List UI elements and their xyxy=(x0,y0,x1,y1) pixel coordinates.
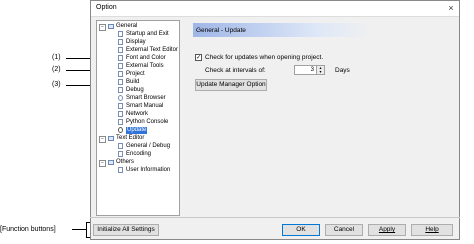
dialog-title: Option xyxy=(96,4,117,11)
page-icon xyxy=(118,71,123,77)
check-updates-checkbox[interactable]: ✓ xyxy=(195,54,202,61)
page-icon xyxy=(118,55,123,61)
update-icon xyxy=(118,127,123,133)
ok-button[interactable]: OK xyxy=(282,224,320,236)
spin-down-icon[interactable]: ▼ xyxy=(317,70,324,74)
callout-3-label: (3) xyxy=(52,81,61,88)
interval-label: Check at intervals of: xyxy=(205,67,266,74)
tree-item-smart-manual[interactable]: Smart Manual xyxy=(126,103,163,110)
tree-item-network[interactable]: Network xyxy=(126,111,148,118)
panel-header-title: General - Update xyxy=(196,27,246,34)
spin-buttons[interactable]: ▲ ▼ xyxy=(316,66,324,74)
tree-item-user-information[interactable]: User Information xyxy=(126,167,170,174)
tree-item-debug[interactable]: Debug xyxy=(126,87,144,94)
tree-item-others[interactable]: Others xyxy=(116,159,134,166)
tree-item-update[interactable]: Update xyxy=(126,127,148,134)
page-icon xyxy=(118,143,123,149)
tree-item-general-debug[interactable]: General / Debug xyxy=(126,143,170,150)
page-icon xyxy=(118,167,123,173)
page-icon xyxy=(118,87,123,93)
apply-button[interactable]: Apply xyxy=(368,224,406,236)
tree-item-font-and-color[interactable]: Font and Color xyxy=(126,55,166,62)
page-icon xyxy=(118,63,123,69)
smart-browser-icon xyxy=(118,95,123,101)
tree-item-external-text-editor[interactable]: External Text Editor xyxy=(126,47,178,54)
folder-icon xyxy=(108,24,114,29)
function-buttons-callout: [Function buttons] xyxy=(0,226,56,233)
tree-item-encoding[interactable]: Encoding xyxy=(126,151,151,158)
page-icon xyxy=(118,119,123,125)
page-icon xyxy=(118,31,123,37)
interval-spinbox[interactable]: 3 ▲ ▼ xyxy=(294,65,325,75)
function-buttons-line xyxy=(72,229,86,230)
initialize-all-settings-button[interactable]: Initialize All Settings xyxy=(93,224,159,236)
expander-others-icon[interactable]: − xyxy=(99,160,106,167)
interval-unit-label: Days xyxy=(335,67,350,74)
category-tree[interactable]: − General Startup and Exit Display Exter… xyxy=(96,20,180,216)
interval-value[interactable]: 3 xyxy=(311,67,314,73)
tree-item-build[interactable]: Build xyxy=(126,79,139,86)
tree-item-startup-and-exit[interactable]: Startup and Exit xyxy=(126,31,169,38)
tree-item-display[interactable]: Display xyxy=(126,39,146,46)
update-manager-option-button[interactable]: Update Manager Option xyxy=(195,79,267,91)
page-icon xyxy=(118,111,123,117)
help-button[interactable]: Help xyxy=(411,224,453,236)
title-bar: Option × xyxy=(91,1,459,17)
tree-item-python-console[interactable]: Python Console xyxy=(126,119,168,126)
tree-item-project[interactable]: Project xyxy=(126,71,145,78)
close-icon[interactable]: × xyxy=(445,2,457,14)
tree-item-text-editor[interactable]: Text Editor xyxy=(116,135,144,142)
page-icon xyxy=(118,103,123,109)
folder-icon xyxy=(108,136,114,141)
callout-1-label: (1) xyxy=(52,54,61,61)
page-icon xyxy=(118,79,123,85)
panel-header: General - Update xyxy=(193,23,373,37)
expander-text-editor-icon[interactable]: − xyxy=(99,136,106,143)
tree-item-general[interactable]: General xyxy=(116,23,137,30)
page-icon xyxy=(118,151,123,157)
tree-item-smart-browser[interactable]: Smart Browser xyxy=(126,95,166,102)
check-updates-label: Check for updates when opening project. xyxy=(205,54,324,61)
folder-icon xyxy=(108,160,114,165)
expander-general-icon[interactable]: − xyxy=(99,24,106,31)
page-icon xyxy=(118,47,123,53)
page-icon xyxy=(118,39,123,45)
cancel-button[interactable]: Cancel xyxy=(325,224,363,236)
footer-separator xyxy=(90,217,460,218)
tree-item-external-tools[interactable]: External Tools xyxy=(126,63,164,70)
callout-2-label: (2) xyxy=(52,66,61,73)
